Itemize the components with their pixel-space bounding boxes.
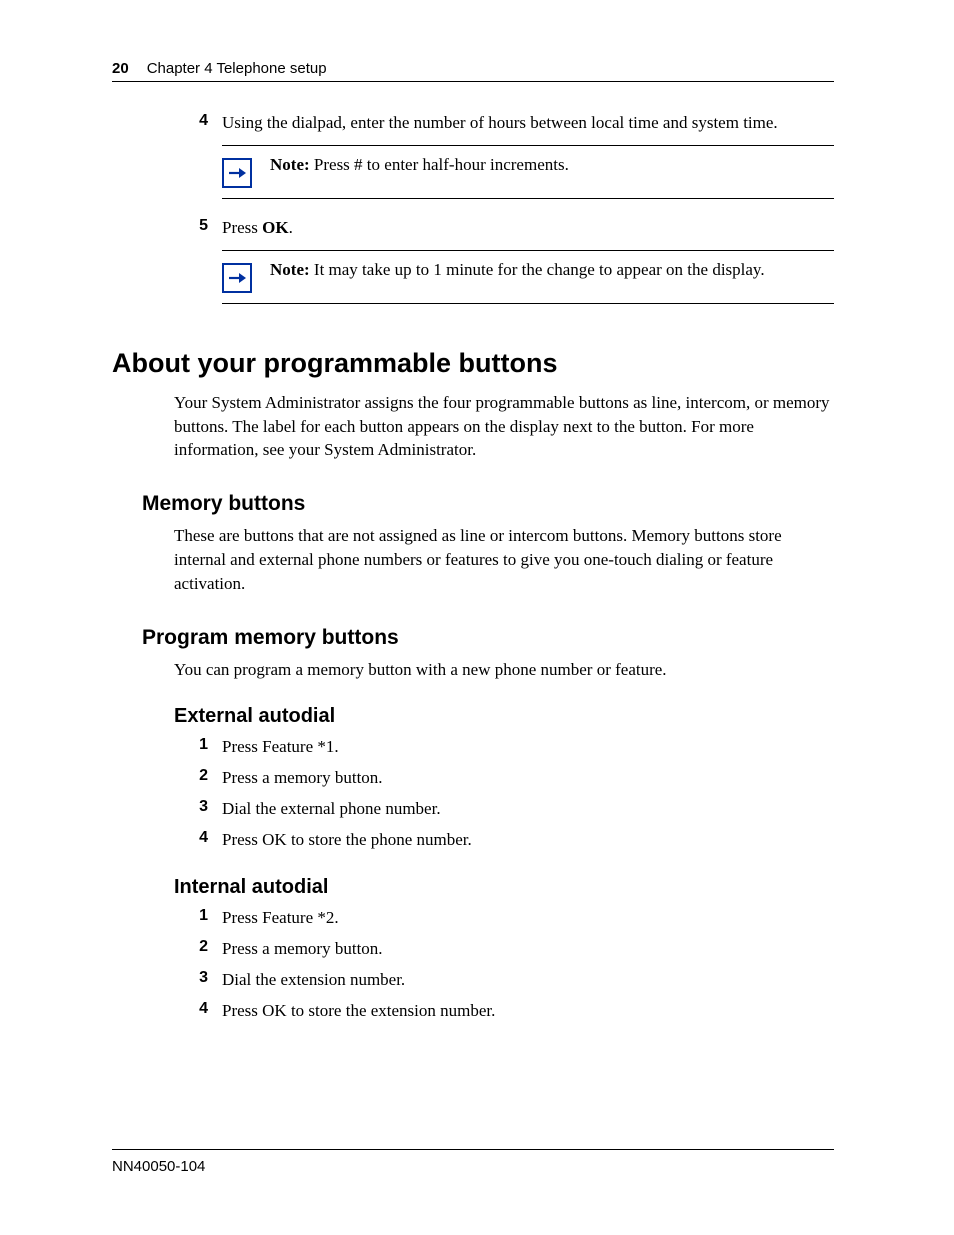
chapter-title: Chapter 4 Telephone setup	[147, 60, 327, 77]
heading-internal-autodial: Internal autodial	[174, 876, 834, 899]
page-number: 20	[112, 60, 129, 77]
step-number: 3	[174, 798, 222, 821]
step-number: 2	[174, 938, 222, 961]
step-text-bold: OK	[262, 218, 288, 237]
note-body: Press # to enter half-hour increments.	[310, 155, 569, 174]
note-box: Note: Press # to enter half-hour increme…	[222, 145, 834, 199]
list-item: 3 Dial the external phone number.	[174, 798, 834, 821]
paragraph: Your System Administrator assigns the fo…	[174, 391, 834, 462]
step-text-post: .	[289, 218, 293, 237]
note-body: It may take up to 1 minute for the chang…	[310, 260, 765, 279]
step-text: Press a memory button.	[222, 767, 834, 790]
step-text: Using the dialpad, enter the number of h…	[222, 112, 834, 135]
list-item: 2 Press a memory button.	[174, 767, 834, 790]
step-number: 5	[174, 217, 222, 240]
top-step-4: 4 Using the dialpad, enter the number of…	[174, 112, 834, 135]
paragraph: These are buttons that are not assigned …	[174, 524, 834, 595]
note-text: Note: It may take up to 1 minute for the…	[270, 257, 765, 282]
note-text: Note: Press # to enter half-hour increme…	[270, 152, 569, 177]
page-footer: NN40050-104	[112, 1149, 834, 1175]
step-text: Press a memory button.	[222, 938, 834, 961]
list-item: 4 Press OK to store the extension number…	[174, 1000, 834, 1023]
external-autodial-steps: 1 Press Feature *1. 2 Press a memory but…	[174, 736, 834, 852]
note-label: Note:	[270, 155, 310, 174]
paragraph: You can program a memory button with a n…	[174, 658, 834, 682]
step-text: Press OK to store the phone number.	[222, 829, 834, 852]
heading-program-memory-buttons: Program memory buttons	[142, 626, 834, 650]
step-number: 1	[174, 736, 222, 759]
step-text: Press Feature *2.	[222, 907, 834, 930]
list-item: 4 Press OK to store the phone number.	[174, 829, 834, 852]
document-number: NN40050-104	[112, 1158, 205, 1175]
list-item: 2 Press a memory button.	[174, 938, 834, 961]
internal-autodial-steps: 1 Press Feature *2. 2 Press a memory but…	[174, 907, 834, 1023]
step-text-pre: Press	[222, 218, 262, 237]
arrow-right-icon	[222, 158, 252, 188]
list-item: 1 Press Feature *2.	[174, 907, 834, 930]
heading-memory-buttons: Memory buttons	[142, 492, 834, 516]
document-page: 20 Chapter 4 Telephone setup 4 Using the…	[0, 0, 954, 1235]
step-number: 4	[174, 829, 222, 852]
step-text: Dial the external phone number.	[222, 798, 834, 821]
page-header: 20 Chapter 4 Telephone setup	[112, 60, 834, 82]
step-number: 3	[174, 969, 222, 992]
step-number: 4	[174, 112, 222, 135]
step-number: 2	[174, 767, 222, 790]
list-item: 3 Dial the extension number.	[174, 969, 834, 992]
list-item: 1 Press Feature *1.	[174, 736, 834, 759]
step-number: 1	[174, 907, 222, 930]
step-text: Dial the extension number.	[222, 969, 834, 992]
step-text: Press Feature *1.	[222, 736, 834, 759]
arrow-right-icon	[222, 263, 252, 293]
note-box: Note: It may take up to 1 minute for the…	[222, 250, 834, 304]
heading-about-programmable-buttons: About your programmable buttons	[112, 348, 834, 379]
top-step-5: 5 Press OK.	[174, 217, 834, 240]
heading-external-autodial: External autodial	[174, 705, 834, 728]
step-number: 4	[174, 1000, 222, 1023]
note-label: Note:	[270, 260, 310, 279]
step-text: Press OK to store the extension number.	[222, 1000, 834, 1023]
step-text: Press OK.	[222, 217, 834, 240]
